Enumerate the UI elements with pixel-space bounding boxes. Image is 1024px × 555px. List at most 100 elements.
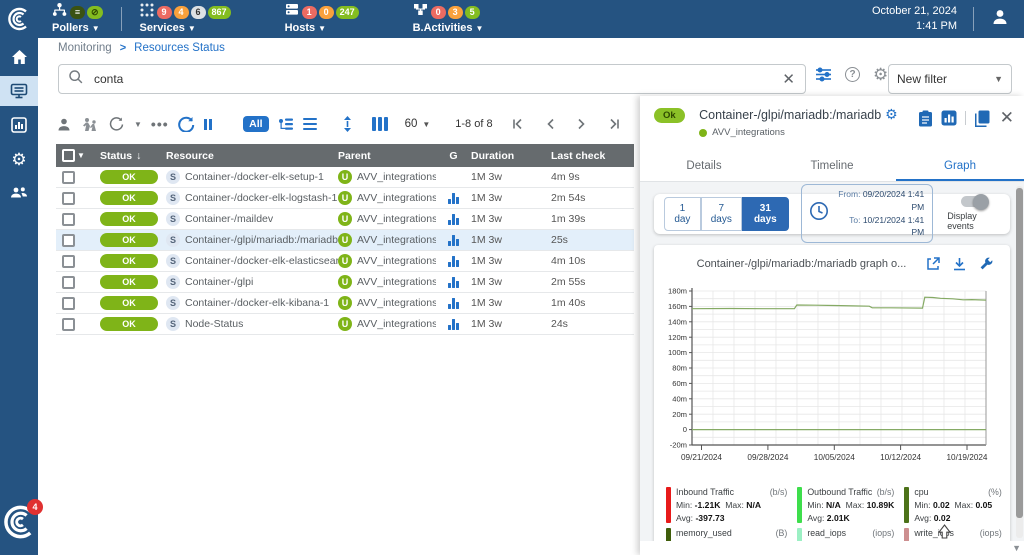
parent-name[interactable]: AVV_integrations [357, 234, 436, 246]
tune-filter-icon[interactable] [815, 67, 832, 82]
custom-time-range[interactable]: From: 09/20/2024 1:41 PM To: 10/21/2024 … [801, 184, 933, 243]
scrollbar-thumb[interactable] [1016, 188, 1023, 518]
counter-badge[interactable]: 6 [191, 6, 206, 19]
table-row[interactable]: OK SContainer-/docker-elk-kibana-1 UAVV_… [56, 293, 634, 314]
sort-desc-icon[interactable]: ↓ [136, 150, 141, 162]
parent-name[interactable]: AVV_integrations [357, 276, 436, 288]
table-row[interactable]: OK SContainer-/maildev UAVV_integrations… [56, 209, 634, 230]
sidebar-item-monitoring[interactable] [0, 76, 38, 106]
tab-graph[interactable]: Graph [896, 152, 1024, 181]
bactivities-menu[interactable]: 035 B.Activities▼ [413, 4, 484, 34]
more-actions-icon[interactable]: ••• [151, 116, 169, 132]
column-last-check[interactable]: Last check [551, 150, 634, 162]
hosts-menu[interactable]: 10247 Hosts▼ [285, 4, 359, 34]
from-value[interactable]: 09/20/2024 1:41 PM [863, 189, 924, 212]
metrics-chart[interactable]: 180m160m140m120m100m80m60m40m20m0-20m09/… [660, 283, 1004, 479]
columns-icon[interactable] [372, 117, 388, 131]
open-in-new-icon[interactable] [926, 257, 940, 271]
counter-badge[interactable]: 1 [302, 6, 317, 19]
tree-view-icon[interactable] [278, 117, 294, 131]
graph-icon[interactable] [448, 319, 459, 330]
row-checkbox[interactable] [62, 171, 75, 184]
column-resource[interactable]: Resource [166, 150, 338, 162]
column-status[interactable]: Status [100, 150, 132, 162]
wrench-settings-icon[interactable] [979, 257, 993, 271]
clear-search-icon[interactable]: ✕ [780, 70, 797, 88]
list-view-icon[interactable] [303, 118, 317, 130]
resource-name[interactable]: Container-/docker-elk-logstash-1 [185, 192, 337, 204]
legend-item[interactable]: read_iops(iops) Min: 0 Max: 651.28 Avg: … [797, 528, 894, 541]
parent-name[interactable]: AVV_integrations [357, 255, 436, 267]
sidebar-item-home[interactable] [0, 42, 38, 72]
pause-icon[interactable] [204, 119, 213, 130]
breadcrumb-resources-status[interactable]: Resources Status [134, 42, 225, 54]
chevron-down-icon[interactable]: ▼ [134, 120, 142, 129]
row-checkbox[interactable] [62, 255, 75, 268]
download-icon[interactable] [953, 257, 966, 271]
legend-item[interactable]: Outbound Traffic(b/s) Min: N/A Max: 10.8… [797, 487, 894, 523]
display-events-toggle[interactable] [961, 196, 987, 207]
refresh-icon[interactable] [178, 116, 195, 132]
column-graph[interactable]: G [436, 150, 471, 162]
counter-badge[interactable]: 0 [431, 6, 446, 19]
previous-page-icon[interactable] [546, 118, 555, 130]
row-checkbox[interactable] [62, 318, 75, 331]
view-all-button[interactable]: All [243, 116, 268, 132]
to-value[interactable]: 10/21/2024 1:41 PM [863, 215, 924, 238]
counter-badge[interactable]: 0 [319, 6, 334, 19]
counter-badge[interactable]: ≡ [70, 6, 85, 19]
legend-item[interactable]: cpu(%) Min: 0.02 Max: 0.05 Avg: 0.02 [904, 487, 1001, 523]
sidebar-item-administration[interactable] [0, 178, 38, 208]
graph-icon[interactable] [448, 193, 459, 204]
resource-name[interactable]: Container-/glpi/mariadb:/mariadb [185, 234, 338, 246]
select-all-checkbox[interactable] [62, 149, 75, 162]
resource-name[interactable]: Container-/docker-elk-setup-1 [185, 171, 324, 183]
row-checkbox[interactable] [62, 192, 75, 205]
graph-icon[interactable] [448, 214, 459, 225]
row-checkbox[interactable] [62, 276, 75, 289]
row-checkbox[interactable] [62, 297, 75, 310]
tab-details[interactable]: Details [640, 152, 768, 181]
row-checkbox[interactable] [62, 234, 75, 247]
parent-name[interactable]: AVV_integrations [357, 192, 436, 204]
resource-name[interactable]: Container-/docker-elk-elasticsearch-1 [185, 255, 338, 267]
parent-name[interactable]: AVV_integrations [357, 213, 436, 225]
resource-name[interactable]: Container-/maildev [185, 213, 273, 225]
graph-icon[interactable] [448, 277, 459, 288]
centreon-bottom-logo[interactable]: 4 [1, 503, 41, 547]
table-row[interactable]: OK SContainer-/glpi/mariadb:/mariadb UAV… [56, 230, 634, 251]
resource-name[interactable]: Container-/docker-elk-kibana-1 [185, 297, 329, 309]
legend-item[interactable]: memory_used(B) Min: 149.43M Max: 163.53M… [666, 528, 787, 541]
time-button-7days[interactable]: 7 days [701, 197, 742, 231]
help-icon[interactable]: ? [845, 67, 860, 82]
graph-icon[interactable] [448, 235, 459, 246]
column-duration[interactable]: Duration [471, 150, 551, 162]
notification-badge[interactable]: 4 [27, 499, 43, 515]
counter-badge[interactable]: 3 [448, 6, 463, 19]
resource-name[interactable]: Container-/glpi [185, 276, 253, 288]
graph-icon[interactable] [448, 298, 459, 309]
graph-icon[interactable] [448, 256, 459, 267]
row-checkbox[interactable] [62, 213, 75, 226]
column-parent[interactable]: Parent [338, 150, 436, 162]
legend-item[interactable]: Inbound Traffic(b/s) Min: -1.21K Max: N/… [666, 487, 787, 523]
counter-badge[interactable]: 4 [174, 6, 189, 19]
resource-settings-gear-icon[interactable]: ⚙ [885, 106, 898, 122]
panel-scrollbar[interactable] [1016, 186, 1023, 538]
user-profile-button[interactable] [990, 7, 1010, 32]
first-page-icon[interactable] [512, 118, 524, 130]
centreon-logo-icon[interactable] [0, 0, 38, 38]
tab-timeline[interactable]: Timeline [768, 152, 896, 181]
pollers-menu[interactable]: ≡⊘ Pollers▼ [52, 4, 103, 34]
table-row[interactable]: OK SContainer-/docker-elk-logstash-1 UAV… [56, 188, 634, 209]
acknowledge-clipboard-icon[interactable] [918, 110, 933, 127]
graph-panel-icon[interactable] [941, 110, 957, 126]
breadcrumb-monitoring[interactable]: Monitoring [58, 42, 112, 54]
counter-badge[interactable]: 5 [465, 6, 480, 19]
close-panel-icon[interactable]: ✕ [1000, 108, 1014, 128]
parent-name[interactable]: AVV_integrations [357, 171, 436, 183]
counter-badge[interactable]: 9 [157, 6, 172, 19]
resource-name[interactable]: Node-Status [185, 318, 243, 330]
table-row[interactable]: OK SContainer-/docker-elk-setup-1 UAVV_i… [56, 167, 634, 188]
counter-badge[interactable]: 867 [208, 6, 231, 19]
